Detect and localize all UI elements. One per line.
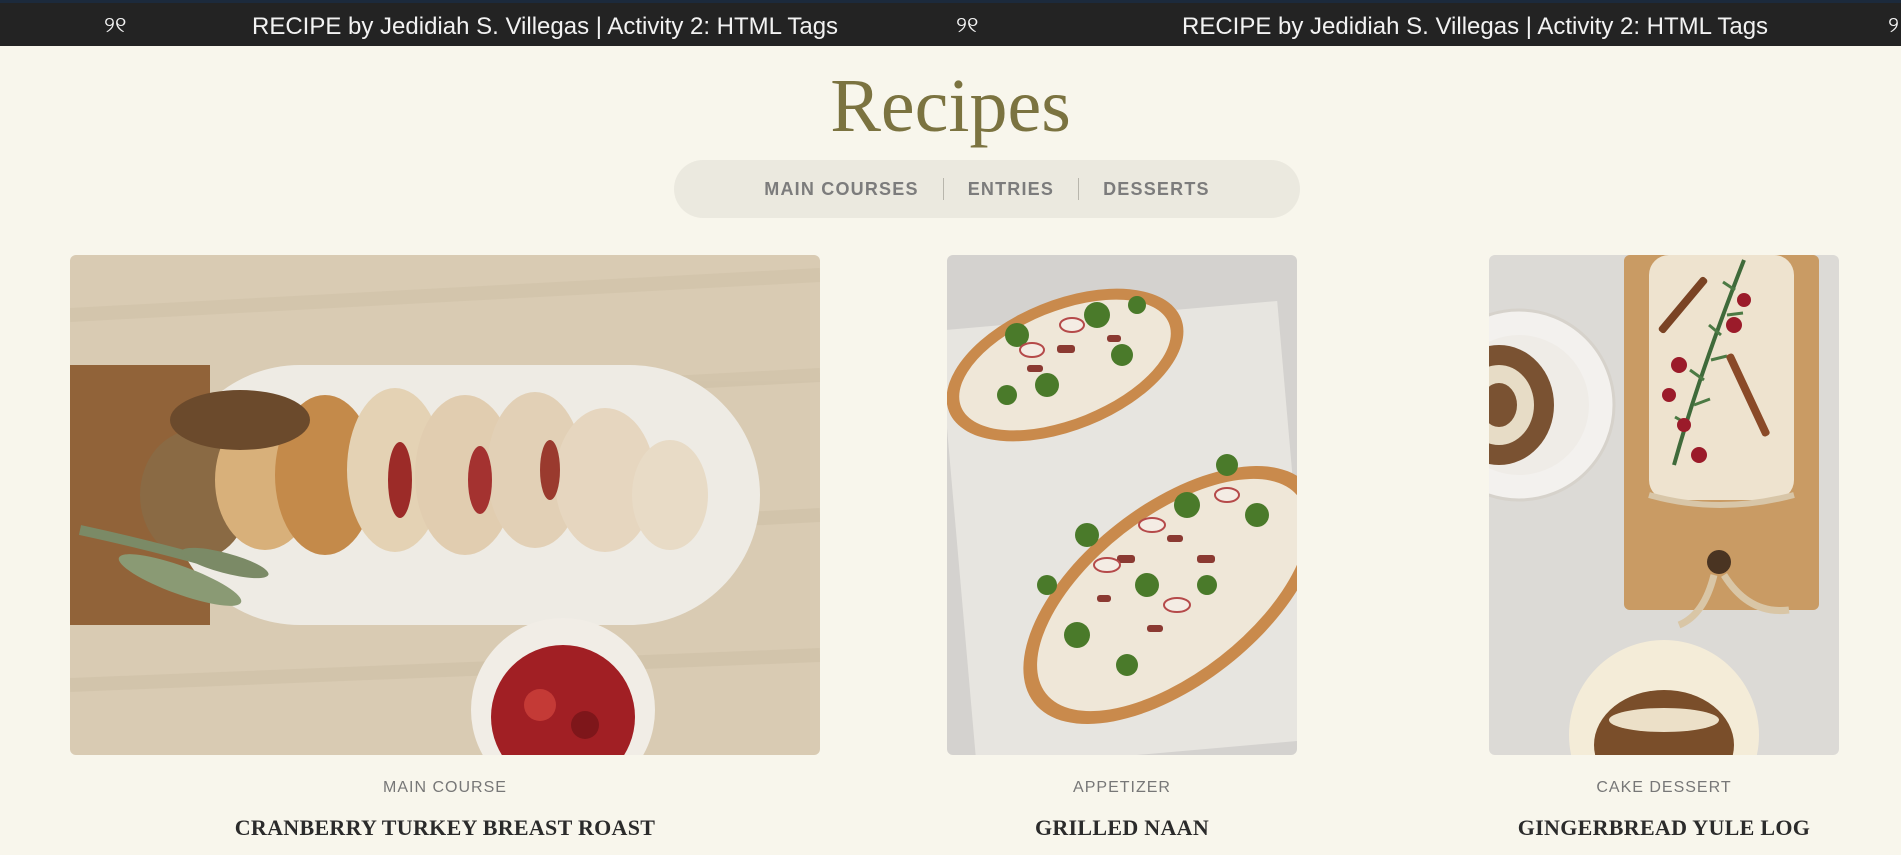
logo-glyph-repeat: ୨୧ xyxy=(956,13,979,38)
nav-main-courses[interactable]: MAIN COURSES xyxy=(740,179,942,200)
recipe-card-yule-log[interactable]: CAKE DESSERT GINGERBREAD YULE LOG xyxy=(1489,255,1839,840)
turkey-roast-photo[interactable] xyxy=(70,255,820,755)
recipe-card-turkey[interactable]: MAIN COURSE CRANBERRY TURKEY BREAST ROAS… xyxy=(70,255,820,840)
nav-entries[interactable]: ENTRIES xyxy=(944,179,1078,200)
recipe-category: MAIN COURSE xyxy=(383,779,507,796)
recipe-card-naan[interactable]: APPETIZER GRILLED NAAN xyxy=(947,255,1297,840)
nav-desserts[interactable]: DESSERTS xyxy=(1079,179,1234,200)
recipe-category: CAKE DESSERT xyxy=(1596,779,1732,796)
logo-glyph-cut: ୨ xyxy=(1888,13,1899,38)
recipe-name[interactable]: GRILLED NAAN xyxy=(947,815,1297,841)
recipe-name[interactable]: GINGERBREAD YULE LOG xyxy=(1489,815,1839,841)
recipe-name[interactable]: CRANBERRY TURKEY BREAST ROAST xyxy=(70,815,820,841)
page-title: Recipes xyxy=(830,64,1071,148)
banner-text-repeat: RECIPE by Jedidiah S. Villegas | Activit… xyxy=(1182,13,1769,40)
marquee-banner: ୨୧ RECIPE by Jedidiah S. Villegas | Acti… xyxy=(0,0,1901,46)
grilled-naan-photo[interactable] xyxy=(947,255,1297,755)
banner-text: RECIPE by Jedidiah S. Villegas | Activit… xyxy=(252,13,839,40)
yule-log-photo[interactable] xyxy=(1489,255,1839,755)
logo-glyph: ୨୧ xyxy=(104,13,127,38)
recipe-category: APPETIZER xyxy=(1073,779,1171,796)
category-nav: MAIN COURSES ENTRIES DESSERTS xyxy=(674,160,1300,218)
